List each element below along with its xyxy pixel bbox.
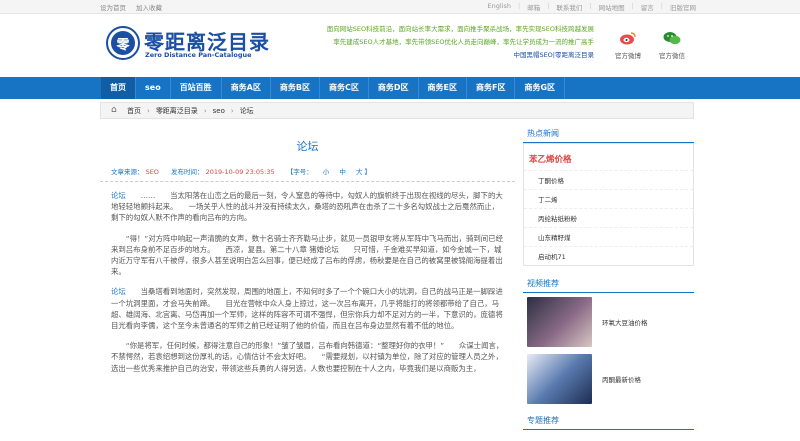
keyword-link[interactable]: 论坛 [111, 191, 126, 200]
video-item[interactable]: 环氧大豆油价格 [523, 293, 694, 350]
nav-item-home[interactable]: 首页 [101, 77, 136, 99]
slogans: 面向网站SEO科技前沿，面向站长率大需求，面向推手聚杀战场，率先实现SEO科技跨… [264, 23, 594, 62]
separator: | [517, 2, 521, 10]
video-title[interactable]: 丙酮最新价格 [602, 374, 641, 384]
chevron-right-icon: › [203, 106, 207, 115]
tag-item[interactable]: 丁二烯 [524, 189, 693, 208]
nav-item-baizhan[interactable]: 百站百胜 [171, 77, 222, 99]
paragraph-text: 当桑塔看到地面时，突然发现，周围的地面上，不知何时多了一个个碗口大小的坑洞，自己… [111, 287, 503, 331]
english-link[interactable]: English [488, 2, 511, 12]
tag-item[interactable]: 丙纶粘纸粉粉 [524, 208, 693, 227]
chevron-right-icon: › [230, 106, 234, 115]
sitemap-link[interactable]: 网站地图 [599, 2, 625, 12]
time-label: 发布时间： [171, 168, 204, 176]
slogan-line: 率先建成SEO人才基地，率先带领SEO优化人员走向巅峰，率先让学员成为一流的推广… [333, 38, 594, 46]
logo-emblem-glyph: 零 [111, 31, 135, 55]
paragraph-text: “得！”对方阵中响起一声清脆的女声，数十名骑士齐齐勒马止步，就见一员银甲女将从军… [111, 233, 503, 277]
special-heading[interactable]: 专题推荐 [523, 411, 694, 430]
nav-item-zone-f[interactable]: 商务F区 [467, 77, 516, 99]
wechat-icon [662, 28, 682, 48]
wechat-link[interactable]: 官方微信 [653, 28, 691, 60]
article-paragraph: 论坛 当桑塔看到地面时，突然发现，周围的地面上，不知何时多了一个个碗口大小的坑洞… [111, 286, 504, 331]
nav-item-seo[interactable]: seo [136, 77, 171, 99]
contact-link[interactable]: 联系我们 [556, 2, 582, 12]
font-size-large[interactable]: 大 [356, 168, 363, 176]
paragraph-text: “你是将军，任何时候，都得注意自己的形象！”皱了皱眉，吕布看向韩德道：“整理好你… [111, 341, 504, 373]
breadcrumb-home[interactable]: 首页 [127, 106, 141, 116]
nav-item-zone-g[interactable]: 商务G区 [515, 77, 566, 99]
top-bar: 设为首页 加入收藏 English | 邮箱 | 联系我们 | 网站地图 | 留… [0, 0, 800, 14]
breadcrumb-current: 论坛 [239, 106, 254, 115]
nav-item-zone-e[interactable]: 商务E区 [419, 77, 467, 99]
article-paragraph: “得！”对方阵中响起一声清脆的女声，数十名骑士齐齐勒马止步，就见一员银甲女将从军… [111, 233, 504, 278]
article-body: 论坛 …… 当太阳落在山峦之后的最后一刻，令人窒息的等待中，勾奴人的旗帜终于出现… [100, 182, 515, 374]
main-nav: 首页 seo 百站百胜 商务A区 商务B区 商务C区 商务D区 商务E区 商务F… [0, 77, 800, 99]
font-size-small[interactable]: 小 [323, 168, 330, 176]
nav-item-zone-a[interactable]: 商务A区 [222, 77, 271, 99]
weibo-label: 官方微博 [615, 52, 641, 60]
article-paragraph: 论坛 …… 当太阳落在山峦之后的最后一刻，令人窒息的等待中，勾奴人的旗帜终于出现… [111, 190, 504, 224]
time-value: 2019-10-09 23:05:35 [205, 168, 275, 176]
video-thumbnail[interactable] [527, 296, 592, 347]
hot-news-heading[interactable]: 热点新闻 [523, 124, 694, 143]
video-title[interactable]: 环氧大豆油价格 [602, 317, 648, 327]
wechat-label: 官方微信 [659, 52, 685, 60]
video-item[interactable]: 丙酮最新价格 [523, 350, 694, 407]
tag-item[interactable]: 山东精籽煤 [524, 227, 693, 246]
tag-box: 苯乙烯价格 丁酮价格 丁二烯 丙纶粘纸粉粉 山东精籽煤 启动机71 [523, 143, 694, 266]
slogan-line: 面向网站SEO科技前沿，面向站长率大需求，面向推手聚杀战场，率先实现SEO科技跨… [326, 25, 594, 33]
tag-item[interactable]: 丁酮价格 [524, 170, 693, 189]
chevron-right-icon: › [147, 106, 150, 115]
nav-item-zone-b[interactable]: 商务B区 [271, 77, 320, 99]
breadcrumb-catalogue[interactable]: 零距离泛目录 [156, 106, 198, 116]
separator: | [631, 2, 634, 10]
logo-subtitle: Zero Distance Pan-Catalogue [145, 51, 252, 59]
keyword-link[interactable]: 论坛 [111, 287, 126, 296]
article: 论坛 文章来源： SEO 发布时间： 2019-10-09 23:05:35 【… [100, 124, 515, 441]
video-heading[interactable]: 视频推荐 [523, 274, 694, 293]
message-link[interactable]: 留言 [641, 2, 654, 12]
font-size-medium[interactable]: 中 [339, 168, 346, 176]
paragraph-text: …… 当太阳落在山峦之后的最后一刻，令人窒息的等待中，勾奴人的旗帜终于出现在视线… [111, 191, 503, 223]
set-homepage-link[interactable]: 设为首页 [100, 2, 126, 12]
old-site-link[interactable]: 旧版官网 [670, 2, 696, 12]
breadcrumb-seo[interactable]: seo [213, 107, 225, 115]
font-size-label: 【字号： [286, 168, 313, 176]
nav-item-zone-d[interactable]: 商务D区 [369, 77, 419, 99]
slogan-tagline: 中国黑帽SEO|零距离泛目录 [513, 51, 594, 59]
breadcrumb: ⌂ 首页 › 零距离泛目录 › seo › 论坛 [100, 102, 694, 119]
tag-item[interactable]: 启动机71 [524, 246, 693, 265]
weibo-icon [618, 28, 638, 48]
separator: | [660, 2, 663, 10]
article-paragraph: “你是将军，任何时候，都得注意自己的形象！”皱了皱眉，吕布看向韩德道：“整理好你… [111, 340, 504, 374]
home-icon: ⌂ [111, 105, 117, 115]
video-thumbnail[interactable] [527, 353, 592, 404]
source-value: SEO [145, 168, 159, 176]
tag-title[interactable]: 苯乙烯价格 [524, 144, 693, 170]
separator: | [547, 2, 550, 10]
add-favorite-link[interactable]: 加入收藏 [136, 2, 162, 12]
article-meta: 文章来源： SEO 发布时间： 2019-10-09 23:05:35 【字号：… [100, 166, 515, 182]
source-label: 文章来源： [111, 168, 144, 176]
separator: | [589, 2, 592, 10]
sidebar: 热点新闻 苯乙烯价格 丁酮价格 丁二烯 丙纶粘纸粉粉 山东精籽煤 启动机71 视… [523, 124, 694, 441]
font-size-end: 】 [364, 168, 372, 176]
logo-emblem[interactable]: 零 [106, 26, 140, 60]
weibo-link[interactable]: 官方微博 [609, 28, 647, 60]
nav-item-zone-c[interactable]: 商务C区 [320, 77, 369, 99]
mailbox-link[interactable]: 邮箱 [527, 2, 540, 12]
article-title: 论坛 [296, 140, 319, 153]
tag-list: 丁酮价格 丁二烯 丙纶粘纸粉粉 山东精籽煤 启动机71 [524, 170, 693, 265]
